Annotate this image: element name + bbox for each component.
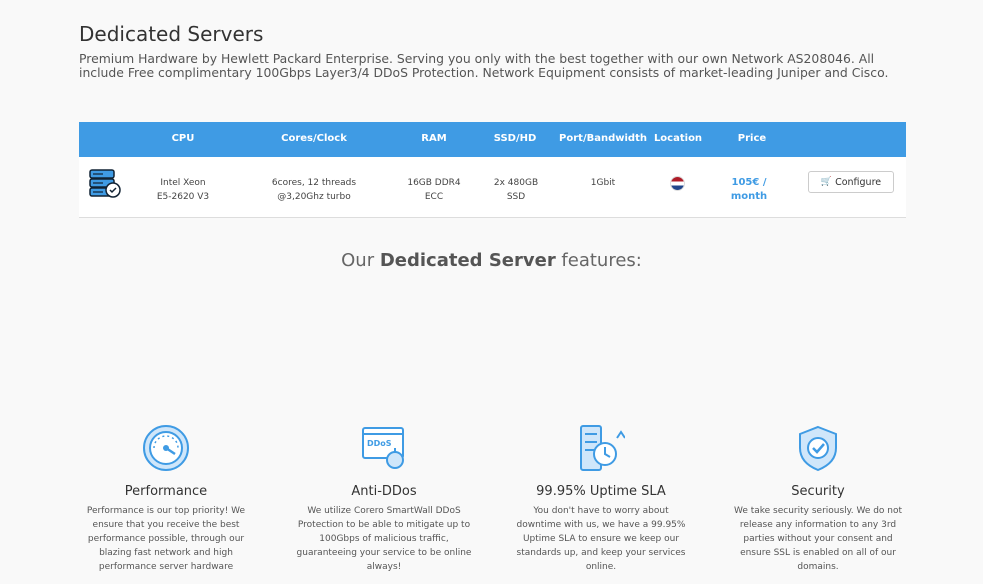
column-price: Price <box>737 133 767 144</box>
features-heading: Our Dedicated Server features: <box>341 250 642 271</box>
cores-cell: 6cores, 12 threads @3,20Ghz turbo <box>271 178 357 202</box>
server-table: CPU Cores/Clock RAM SSD/HD Port/Bandwidt… <box>79 122 906 218</box>
speedometer-icon <box>76 424 256 474</box>
svg-text:DDoS: DDoS <box>367 439 392 448</box>
column-port-bandwidth: Port/Bandwidth <box>559 133 647 144</box>
feature-anti-ddos: DDoS Anti-DDos We utilize Corero SmartWa… <box>294 424 474 574</box>
disk-cell: 2x 480GB SSD <box>493 178 539 202</box>
price-cell: 105€ / month <box>730 177 768 202</box>
cart-icon: 🛒 <box>820 177 833 187</box>
ddos-browser-icon: DDoS <box>294 424 474 474</box>
feature-performance: Performance Performance is our top prior… <box>76 424 256 574</box>
intro-text: Premium Hardware by Hewlett Packard Ente… <box>79 51 889 80</box>
column-ram: RAM <box>421 133 447 144</box>
table-header: CPU Cores/Clock RAM SSD/HD Port/Bandwidt… <box>79 122 906 157</box>
server-icon <box>89 168 121 203</box>
page-title: Dedicated Servers <box>79 22 264 46</box>
column-cores-clock: Cores/Clock <box>281 133 347 144</box>
feature-security: Security We take security seriously. We … <box>728 424 908 574</box>
shield-check-icon <box>728 424 908 474</box>
column-cpu: CPU <box>171 133 195 144</box>
column-ssd-hd: SSD/HD <box>493 133 537 144</box>
netherlands-flag-icon <box>671 177 684 190</box>
feature-uptime: 99.95% Uptime SLA You don't have to worr… <box>511 424 691 574</box>
ram-cell: 16GB DDR4 ECC <box>407 178 461 202</box>
server-uptime-icon <box>511 424 691 474</box>
cpu-cell: Intel Xeon E5-2620 V3 <box>156 178 210 202</box>
bandwidth-cell: 1Gbit <box>590 178 616 188</box>
column-location: Location <box>653 133 703 144</box>
table-row: Intel Xeon E5-2620 V3 6cores, 12 threads… <box>79 157 906 218</box>
configure-button[interactable]: 🛒 Configure <box>808 171 894 193</box>
